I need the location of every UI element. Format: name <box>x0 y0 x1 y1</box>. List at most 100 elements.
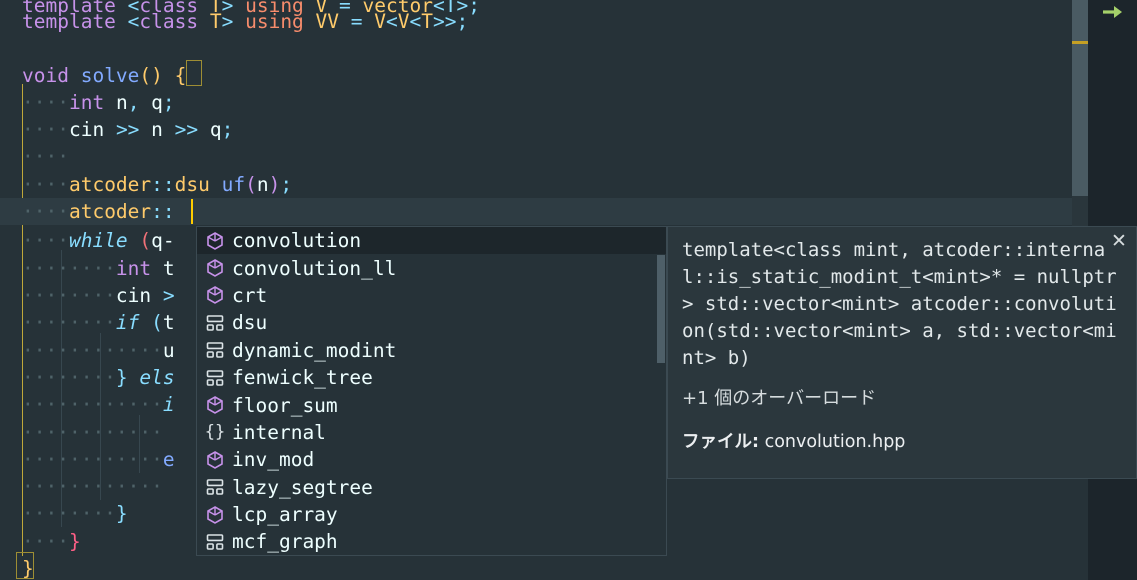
indent-dots: ············ <box>22 448 163 471</box>
code-line[interactable]: ····cin >> n >> q; <box>0 116 233 143</box>
function-cube-icon <box>203 505 227 525</box>
code-token: dsu <box>174 173 210 196</box>
autocomplete-item-label: internal <box>232 420 326 444</box>
autocomplete-item-label: crt <box>232 283 268 307</box>
code-token: ( <box>245 173 257 196</box>
autocomplete-scrollbar-thumb[interactable] <box>657 255 665 363</box>
autocomplete-item-dynamic_modint[interactable]: dynamic_modint <box>197 337 666 364</box>
code-line[interactable]: ········int t <box>0 255 175 282</box>
code-token: >> <box>433 10 457 33</box>
scrollbar-change-marker <box>1072 41 1088 44</box>
indent-dots: ········ <box>22 366 116 389</box>
code-line[interactable]: ············ <box>0 473 163 500</box>
code-token: q- <box>151 229 175 252</box>
close-icon[interactable]: ✕ <box>1108 230 1130 252</box>
indent-dots: ········ <box>22 502 116 525</box>
code-token: els <box>127 366 175 389</box>
code-token: solve <box>68 64 140 87</box>
documentation-overload-count: +1 個のオーバーロード <box>682 388 877 409</box>
code-line[interactable]: } <box>0 555 34 580</box>
autocomplete-item-label: dsu <box>232 311 268 335</box>
code-token: < <box>409 10 422 33</box>
autocomplete-item-label: lazy_segtree <box>232 475 373 499</box>
code-line[interactable]: ············ <box>0 419 163 446</box>
code-token: >> <box>104 118 152 141</box>
indent-dots: ···· <box>22 91 69 114</box>
code-line[interactable]: ···· <box>0 143 69 170</box>
code-token: T <box>421 10 434 33</box>
autocomplete-popup[interactable]: convolution convolution_ll crt dsu dynamic_m… <box>196 226 667 556</box>
autocomplete-item-label: dynamic_modint <box>232 338 397 362</box>
code-line[interactable]: ····} <box>0 528 81 555</box>
code-line[interactable]: ····int n, q; <box>0 89 175 116</box>
autocomplete-item-convolution_ll[interactable]: convolution_ll <box>197 254 666 281</box>
code-token: > <box>151 284 175 307</box>
code-line[interactable]: ····atcoder::dsu uf(n); <box>0 171 292 198</box>
indent-dots: ········ <box>22 284 116 307</box>
indent-dots: ········ <box>22 311 116 334</box>
autocomplete-item-internal[interactable]: {} internal <box>197 419 666 446</box>
autocomplete-item-lazy_segtree[interactable]: lazy_segtree <box>197 474 666 501</box>
function-cube-icon <box>203 450 227 470</box>
autocomplete-item-fenwick_tree[interactable]: fenwick_tree <box>197 364 666 391</box>
indent-dots: ············ <box>22 421 163 444</box>
code-token: void <box>22 64 69 87</box>
completion-documentation-panel[interactable]: ✕ template<class mint, atcoder::internal… <box>667 226 1137 479</box>
code-token: } <box>115 502 128 525</box>
autocomplete-item-label: lcp_array <box>232 503 338 527</box>
code-token: ) <box>268 173 281 196</box>
code-line[interactable]: ············e <box>0 446 175 473</box>
function-cube-icon <box>203 231 227 251</box>
code-token: V <box>397 10 410 33</box>
code-token: } <box>115 366 128 389</box>
code-line[interactable]: ········} els <box>0 364 175 391</box>
indent-dots: ···· <box>22 118 69 141</box>
code-token: uf <box>209 173 246 196</box>
autocomplete-item-convolution[interactable]: convolution <box>197 227 666 255</box>
code-token: < <box>127 10 140 33</box>
code-token: = <box>339 10 375 33</box>
autocomplete-item-crt[interactable]: crt <box>197 282 666 309</box>
autocomplete-list[interactable]: convolution convolution_ll crt dsu dynamic_m… <box>197 227 666 555</box>
code-line[interactable]: ········cin > <box>0 282 175 309</box>
code-token: ; <box>162 91 175 114</box>
code-token: ( <box>151 311 163 334</box>
run-arrow-icon[interactable] <box>1100 2 1128 22</box>
function-cube-icon <box>203 395 227 415</box>
code-token: :: <box>151 200 175 223</box>
autocomplete-item-lcp_array[interactable]: lcp_array <box>197 501 666 528</box>
code-line[interactable]: ····while (q- <box>0 227 175 254</box>
indent-dots: ···· <box>22 145 69 168</box>
indent-dots: ···· <box>22 200 69 223</box>
autocomplete-item-dsu[interactable]: dsu <box>197 309 666 336</box>
code-token: ; <box>221 118 234 141</box>
scrollbar-thumb[interactable] <box>1072 0 1088 196</box>
documentation-file-name: convolution.hpp <box>764 432 906 452</box>
code-token: } <box>22 557 34 580</box>
autocomplete-item-inv_mod[interactable]: inv_mod <box>197 446 666 473</box>
code-line[interactable] <box>0 35 22 62</box>
class-struct-icon <box>203 313 227 333</box>
code-line[interactable]: ········} <box>0 500 128 527</box>
code-token: () <box>139 64 163 87</box>
code-token: atcoder <box>68 200 152 223</box>
code-token: < <box>386 10 398 33</box>
autocomplete-item-floor_sum[interactable]: floor_sum <box>197 391 666 418</box>
code-token: > <box>221 10 246 33</box>
editor-window: template <class T> using V = vector<T>; t… <box>0 0 1137 580</box>
indent-dots: ···· <box>22 229 69 252</box>
autocomplete-item-mcf_graph[interactable]: mcf_graph <box>197 528 666 555</box>
indent-dots: ············ <box>22 393 163 416</box>
code-token: while <box>68 229 128 252</box>
function-cube-icon <box>203 285 227 305</box>
code-line[interactable]: ········if (t <box>0 309 175 336</box>
autocomplete-scrollbar[interactable] <box>657 227 666 555</box>
code-line[interactable]: ············u <box>0 337 175 364</box>
code-line[interactable]: void solve() { <box>0 62 186 89</box>
class-struct-icon <box>203 340 227 360</box>
code-line[interactable]: ············i <box>0 391 175 418</box>
code-line[interactable]: template <class T> using VV = V<V<T>>; <box>0 8 468 35</box>
documentation-file-label: ファイル: <box>682 432 759 452</box>
code-line[interactable]: ····atcoder:: <box>0 198 175 225</box>
